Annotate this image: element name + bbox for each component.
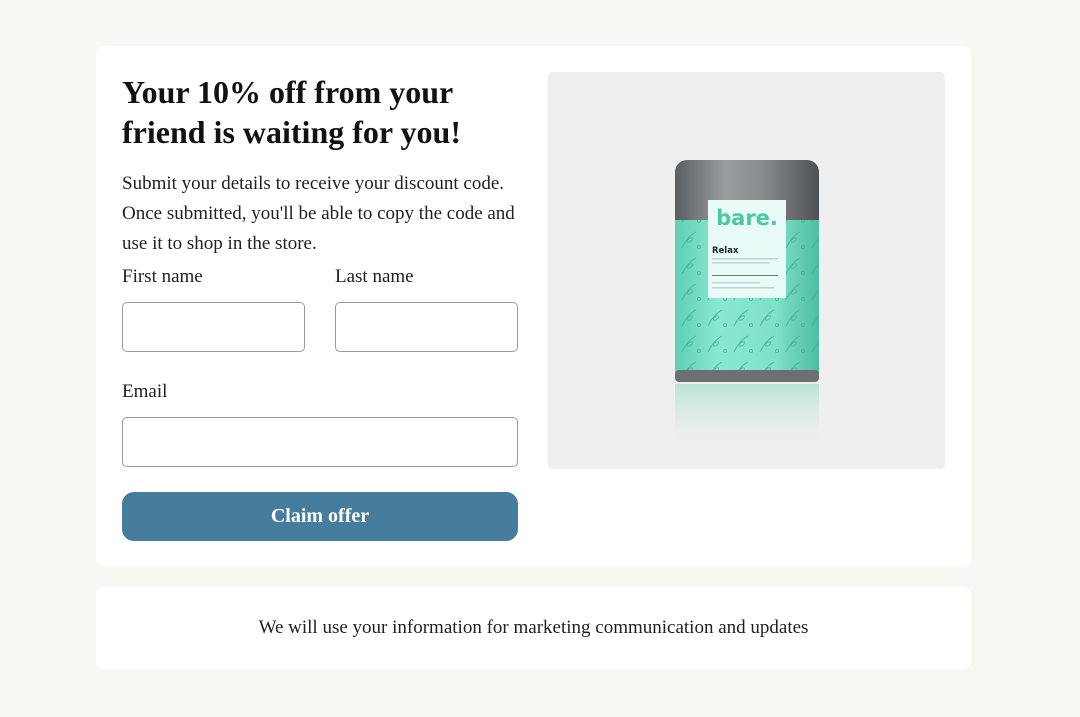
last-name-field[interactable] [335,302,518,352]
consent-notice-card: We will use your information for marketi… [96,587,971,669]
product-tin-illustration: bare. Relax [675,160,819,454]
product-name: Relax [712,246,739,256]
first-name-label: First name [122,266,203,287]
brand-logo: bare. [716,206,778,230]
page-title: Your 10% off from your friend is waiting… [122,74,461,150]
email-field[interactable] [122,417,518,467]
product-image: bare. Relax [548,72,945,469]
offer-description: Submit your details to receive your disc… [122,173,515,254]
offer-form: Your 10% off from your friend is waiting… [122,72,518,259]
consent-notice-text: We will use your information for marketi… [258,617,809,638]
last-name-label: Last name [335,266,414,287]
claim-offer-button[interactable]: Claim offer [122,492,518,541]
first-name-field[interactable] [122,302,305,352]
email-label: Email [122,381,168,402]
offer-card: Your 10% off from your friend is waiting… [96,46,971,567]
tin-reflection [675,384,819,454]
